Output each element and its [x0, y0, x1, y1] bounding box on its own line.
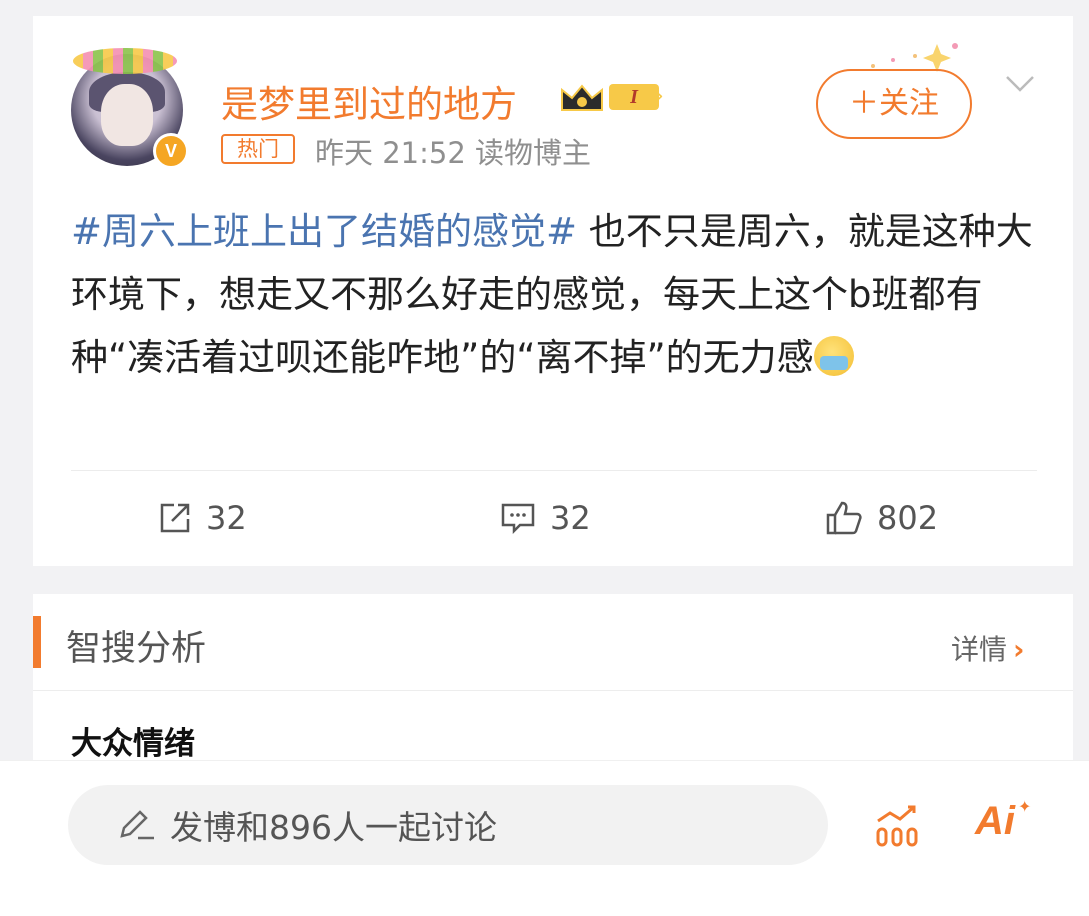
level-arrow-icon: ›	[655, 84, 664, 109]
post-meta: 昨天 21:52 读物博主	[315, 136, 592, 170]
chevron-down-icon[interactable]	[1005, 74, 1035, 94]
trend-chart-icon[interactable]	[872, 799, 922, 849]
repost-count: 32	[206, 499, 247, 537]
crown-icon	[561, 84, 603, 111]
comment-input[interactable]: 发博和896人一起讨论	[68, 785, 828, 865]
comment-count: 32	[550, 499, 591, 537]
mask-emoji-icon	[813, 336, 854, 376]
chevron-right-icon: ›	[1013, 633, 1025, 666]
bottom-bar: 发博和896人一起讨论 Ai ✦	[0, 760, 1089, 916]
hashtag-link[interactable]: #周六上班上出了结婚的感觉#	[71, 210, 577, 253]
detail-link[interactable]: 详情 ›	[951, 628, 1025, 668]
like-count: 802	[877, 499, 939, 537]
sentiment-title: 大众情绪	[71, 726, 195, 762]
divider	[33, 690, 1073, 691]
section-accent-bar	[33, 616, 41, 668]
post-card: V 是梦里到过的地方 I › 热门 昨天 21:52 读物博主 ＋关注 #周六上…	[33, 16, 1073, 566]
comment-placeholder: 发博和896人一起讨论	[170, 808, 497, 847]
thumbs-up-icon	[826, 501, 862, 535]
like-button[interactable]: 802	[825, 496, 938, 540]
repost-button[interactable]: 32	[158, 496, 247, 540]
flower-wreath-icon	[73, 48, 177, 74]
repost-icon	[160, 503, 190, 533]
ai-star-icon: ✦	[1018, 797, 1032, 816]
username[interactable]: 是梦里到过的地方	[221, 74, 517, 128]
comment-icon	[501, 503, 535, 535]
section-gap	[33, 566, 1073, 594]
divider	[71, 470, 1037, 471]
section-title: 智搜分析	[66, 629, 207, 669]
pencil-icon	[120, 810, 154, 840]
follow-button[interactable]: ＋关注	[816, 69, 972, 139]
level-badge: I	[609, 84, 659, 110]
detail-label: 详情	[951, 633, 1008, 666]
ai-icon[interactable]: Ai	[975, 799, 1015, 844]
hot-tag: 热门	[221, 134, 295, 164]
post-body: #周六上班上出了结婚的感觉# 也不只是周六，就是这种大环境下，想走又不那么好走的…	[71, 200, 1041, 389]
comment-button[interactable]: 32	[500, 496, 591, 540]
verified-badge-icon: V	[153, 133, 189, 169]
